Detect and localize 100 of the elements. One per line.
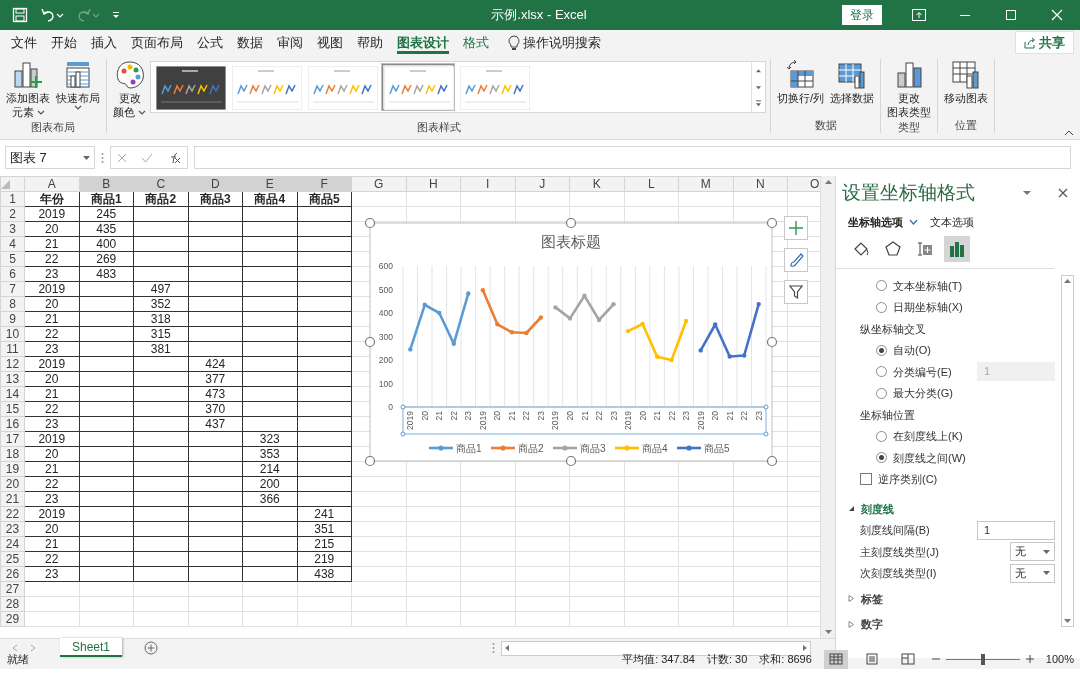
slider-thumb[interactable] [980, 653, 985, 665]
radio-button[interactable] [876, 387, 887, 399]
sign-in-button[interactable]: 登录 [842, 5, 882, 25]
data-line[interactable] [698, 301, 761, 359]
column-header[interactable]: C [133, 176, 188, 192]
radio-button[interactable] [876, 280, 887, 292]
column-header[interactable]: M [678, 176, 733, 192]
ribbon-tab[interactable]: 图表设计 [390, 30, 456, 55]
ribbon-tab[interactable]: 数据 [230, 30, 270, 55]
enter-icon[interactable] [141, 152, 153, 163]
dropdown[interactable]: 无 [1010, 542, 1055, 562]
ribbon-tab[interactable]: 开始 [44, 30, 84, 55]
radio-button[interactable] [876, 430, 887, 442]
legend-item[interactable]: 商品4 [615, 442, 668, 454]
column-header[interactable]: L [624, 176, 679, 192]
chart-style-thumbnail[interactable] [458, 64, 530, 110]
ribbon-button[interactable]: 添加图表 元素 [4, 59, 52, 119]
corner-triangle-icon[interactable] [1, 179, 10, 189]
share-button[interactable]: 共享 [1015, 30, 1074, 55]
cancel-icon[interactable] [117, 152, 127, 163]
ribbon-button[interactable]: 移动图表 [942, 59, 991, 105]
section-header[interactable]: 数字 [861, 616, 883, 633]
legend-item[interactable]: 商品3 [553, 442, 606, 454]
zoom-in-icon[interactable] [1025, 655, 1034, 663]
chart-area[interactable] [369, 222, 773, 462]
column-header[interactable]: D [188, 176, 243, 192]
chart-style-thumbnail[interactable] [382, 64, 454, 110]
expanded-icon[interactable] [848, 505, 855, 513]
sheet-tab[interactable]: Sheet1 [60, 638, 123, 657]
dropdown[interactable]: 无 [1010, 563, 1055, 583]
collapsed-icon[interactable] [848, 595, 855, 603]
column-header[interactable]: I [460, 176, 515, 192]
ribbon-button[interactable]: 更改 图表类型 [885, 59, 934, 119]
resize-handle[interactable] [364, 217, 376, 229]
chart-style-thumbnail[interactable] [306, 64, 378, 110]
ribbon-tab[interactable]: 插入 [84, 30, 124, 55]
input-field[interactable]: 1 [977, 520, 1055, 540]
chart-style-thumbnail[interactable] [230, 64, 302, 110]
radio-button[interactable] [876, 344, 887, 356]
ribbon-tab[interactable]: 文件 [4, 30, 44, 55]
resize-handle[interactable] [565, 455, 577, 467]
ribbon-button[interactable]: 更改 颜色 [111, 59, 148, 119]
chart-title[interactable]: 图表标题 [541, 233, 601, 250]
close-icon[interactable] [1058, 188, 1068, 199]
ribbon-tab[interactable]: 视图 [310, 30, 350, 55]
chart-styles-button[interactable] [784, 248, 808, 272]
chart-style-thumbnail[interactable] [154, 64, 226, 110]
collapsed-icon[interactable] [848, 620, 855, 628]
chart-elements-button[interactable] [784, 216, 808, 240]
ribbon-tab[interactable]: 格式 [456, 30, 496, 55]
legend-item[interactable]: 商品1 [429, 442, 482, 454]
column-header[interactable]: A [24, 176, 79, 192]
previous-sheet-icon[interactable] [12, 644, 18, 652]
ribbon-tab[interactable]: 公式 [190, 30, 230, 55]
horizontal-scrollbar[interactable] [501, 640, 812, 656]
legend-item[interactable]: 商品2 [491, 442, 544, 454]
ribbon-button[interactable]: 选择数据 [828, 59, 877, 105]
ribbon-tab[interactable]: 审阅 [270, 30, 310, 55]
ribbon-tab[interactable]: 页面布局 [124, 30, 190, 55]
formula-input[interactable] [194, 146, 1071, 169]
select-all-corner[interactable] [0, 176, 25, 192]
resize-handle[interactable] [565, 217, 577, 229]
section-header[interactable]: 刻度线 [861, 500, 894, 517]
pane-tab[interactable]: 坐标轴选项 [848, 213, 918, 230]
zoom-level[interactable]: 100% [1045, 650, 1074, 668]
add-sheet-icon[interactable] [144, 641, 159, 655]
data-line[interactable] [553, 293, 616, 323]
column-header[interactable]: O [787, 176, 820, 192]
radio-button[interactable] [876, 301, 887, 313]
radio-button[interactable] [876, 452, 887, 464]
resize-handle[interactable] [364, 455, 376, 467]
chart-filters-button[interactable] [784, 280, 808, 304]
data-line[interactable] [480, 288, 544, 336]
vertical-scrollbar[interactable] [820, 176, 835, 638]
resize-handle[interactable] [364, 336, 376, 348]
checkbox[interactable] [860, 473, 872, 486]
data-line[interactable] [408, 291, 471, 352]
dropdown-icon[interactable] [1022, 190, 1032, 197]
ribbon-button[interactable]: 切换行/列 [775, 59, 827, 105]
column-header[interactable]: F [297, 176, 352, 192]
next-sheet-icon[interactable] [30, 644, 36, 652]
pane-icon-tab[interactable] [944, 236, 970, 262]
collapse-ribbon-icon[interactable] [1064, 130, 1074, 136]
column-header[interactable]: J [515, 176, 570, 192]
zoom-out-icon[interactable] [931, 655, 940, 663]
name-box[interactable]: 图表 7 [5, 146, 95, 169]
caret-icon[interactable] [83, 155, 90, 160]
tell-me-search[interactable]: 操作说明搜索 [523, 32, 601, 53]
column-header[interactable]: K [569, 176, 624, 192]
column-header[interactable]: H [406, 176, 461, 192]
resize-handle[interactable] [766, 336, 778, 348]
resize-handle[interactable] [766, 455, 778, 467]
ribbon-button[interactable]: 快速布局 [54, 59, 102, 110]
column-header[interactable]: N [733, 176, 788, 192]
pane-tab[interactable]: 文本选项 [930, 213, 974, 230]
ribbon-tab[interactable]: 帮助 [350, 30, 390, 55]
column-header[interactable]: G [351, 176, 406, 192]
radio-button[interactable] [876, 366, 887, 378]
axis-selection-frame[interactable] [400, 404, 769, 437]
column-header[interactable]: E [242, 176, 297, 192]
